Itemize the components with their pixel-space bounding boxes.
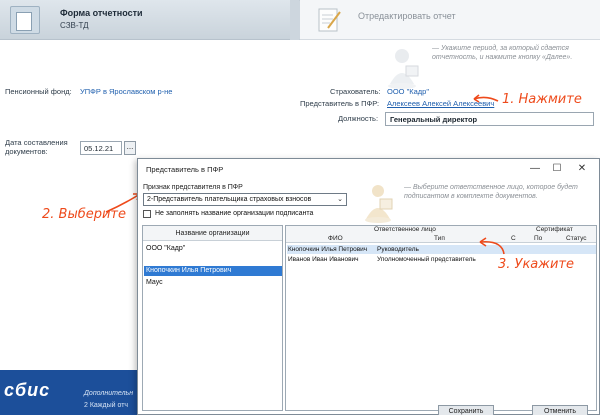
minimize-button[interactable]: — [526,161,544,177]
certificate-header: Сертификат [536,226,573,233]
insurer-label: Страхователь: [330,87,381,96]
insurer-link[interactable]: ООО "Кадр" [387,87,429,96]
hint-text: — Укажите период, за который сдается отч… [432,45,573,61]
representative-sign-select[interactable]: 2-Представитель плательщика страховых вз… [143,193,347,206]
responsible-person-table: Ответственное лицо ФИО Тип Сертификат С … [285,225,597,411]
column-header-from: С [511,235,516,242]
edit-report-icon [318,8,341,32]
date-label-line1: Дата составления [5,138,68,147]
person-type: Уполномоченный представитель [377,256,476,263]
pfr-representative-dialog: Представитель в ПФР — ☐ ✕ Признак предст… [137,158,600,415]
annotation-arrow-1-icon [473,94,499,103]
person-fio: Иванов Иван Иванович [288,256,359,263]
organization-item[interactable]: Кнопочкин Илья Петрович [144,266,282,276]
column-header-to: По [534,235,543,242]
wizard-bar: Форма отчетности СЗВ-ТД Отредактировать … [0,0,600,40]
position-label: Должность: [338,114,379,123]
person-fio: Кнопочкин Илья Петрович [288,246,368,253]
cancel-button[interactable]: Отменить [532,405,588,415]
wizard-step1-title: Форма отчетности [60,8,143,18]
save-button[interactable]: Сохранить [438,405,494,415]
date-label-line2: документов: [5,147,48,156]
person-type: Руководитель [377,246,419,253]
wizard-step-edit-report[interactable]: Отредактировать отчет [300,0,600,40]
report-form-icon [10,6,40,34]
maximize-button[interactable]: ☐ [548,161,566,177]
organization-list: Название организации ООО "Кадр" Кнопочки… [142,225,283,411]
date-field[interactable]: 05.12.21 [80,141,122,155]
skip-org-name-label: Не заполнять название организации подпис… [155,210,314,217]
representative-sign-label: Признак представителя в ПФР [143,184,243,191]
pfr-representative-label: Представитель в ПФР: [300,99,380,108]
organization-item[interactable]: ООО "Кадр" [144,244,282,254]
table-row[interactable]: Кнопочкин Илья Петрович Руководитель [287,245,596,254]
dialog-titlebar: Представитель в ПФР — ☐ ✕ [138,159,599,179]
wizard-step1-subtitle: СЗВ-ТД [60,21,89,30]
footer-line-1: Дополнительн [84,390,134,397]
column-header-fio: ФИО [328,235,343,242]
dialog-title: Представитель в ПФР [146,165,224,174]
dialog-hint-text: — Выберите ответственное лицо, которое б… [404,184,578,200]
responsible-person-header: Ответственное лицо [374,226,436,233]
skip-org-name-checkbox[interactable] [143,210,151,218]
organization-item[interactable]: Маус [144,278,282,288]
pension-fund-link[interactable]: УПФР в Ярославском р-не [80,87,172,96]
organization-column-header: Название организации [143,226,282,241]
mascot-illustration [388,49,419,89]
representative-sign-value: 2-Представитель плательщика страховых вз… [147,196,312,203]
wizard-step2-title: Отредактировать отчет [358,11,456,21]
annotation-step-1: 1. Нажмите [502,92,582,107]
dialog-mascot-illustration [365,185,393,223]
footer-line-2: 2 Каждый отч [84,402,129,409]
annotation-arrow-3-icon [479,237,505,255]
wizard-step-report-form[interactable]: Форма отчетности СЗВ-ТД [0,0,300,40]
chevron-down-icon: ⌄ [337,196,343,203]
pension-fund-label: Пенсионный фонд: [5,87,72,96]
column-header-type: Тип [434,235,445,242]
table-header: Ответственное лицо ФИО Тип Сертификат С … [286,226,596,243]
close-button[interactable]: ✕ [573,161,591,177]
annotation-step-3: 3. Укажите [498,257,575,272]
position-field[interactable]: Генеральный директор [385,112,594,126]
date-picker-button[interactable]: ... [124,141,136,155]
sbis-logo: сбис [4,380,51,400]
column-header-status: Статус [566,235,587,242]
